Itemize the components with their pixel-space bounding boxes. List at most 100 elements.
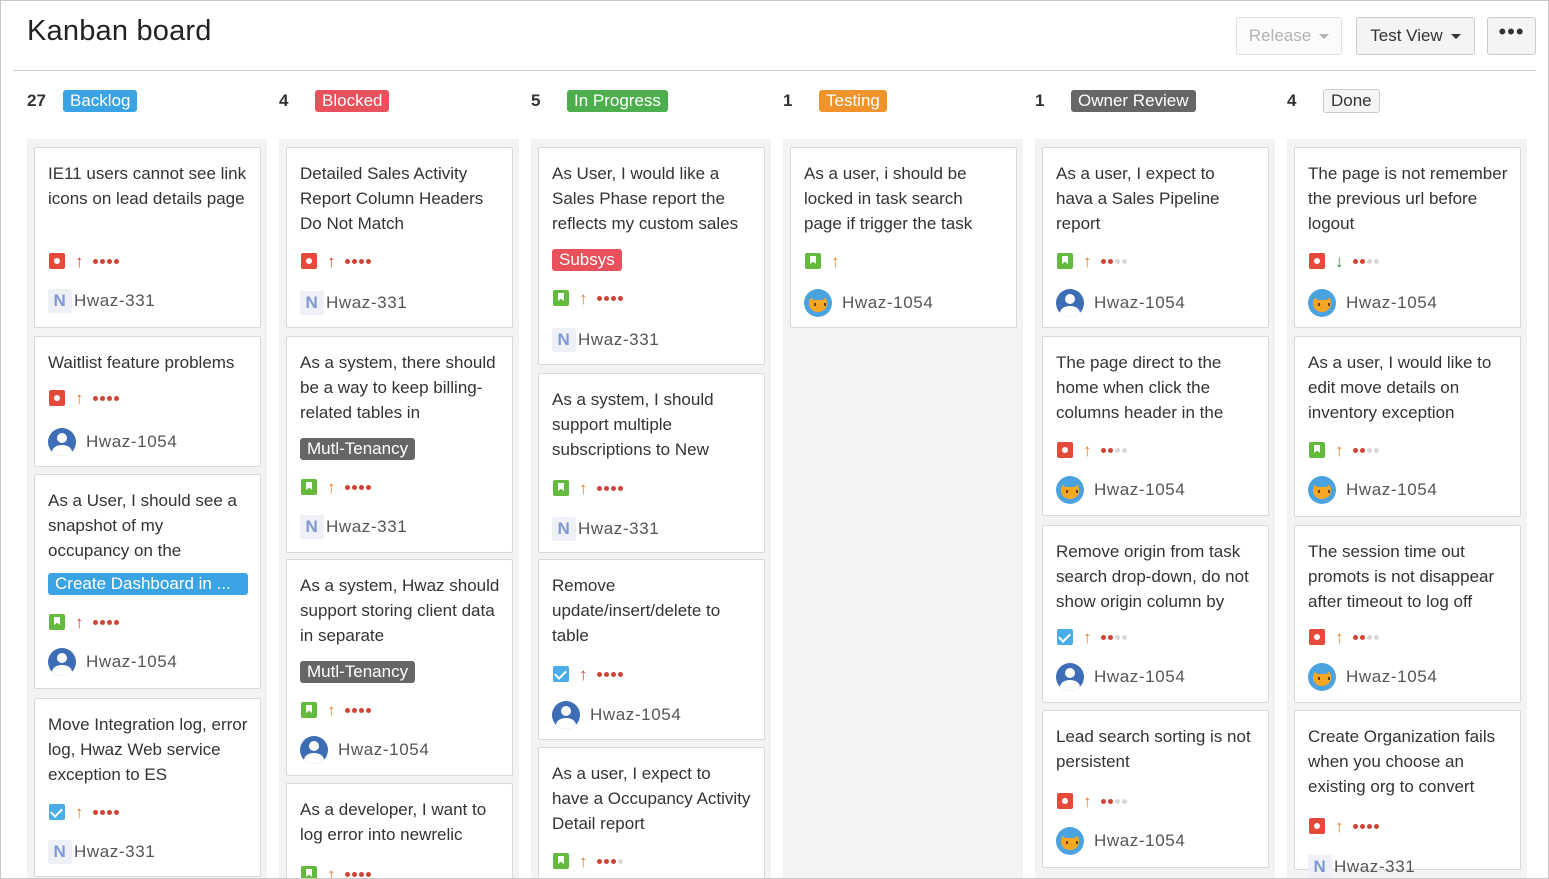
card-title: Lead search sorting is not persistent (1056, 727, 1251, 771)
epic-tag[interactable]: Subsys (552, 249, 622, 271)
kanban-card[interactable]: Remove update/insert/delete to table ↑ Hwa… (538, 559, 765, 740)
kanban-card[interactable]: Create Organization fails when you choos… (1294, 710, 1521, 878)
story-type-icon (553, 480, 569, 496)
column-label[interactable]: Done (1323, 89, 1380, 113)
kanban-card[interactable]: Move Integration log, error log, Hwaz We… (34, 698, 261, 877)
kanban-card[interactable]: As a developer, I want to log error into… (286, 783, 513, 878)
assignee[interactable]: N Hwaz-331 (48, 838, 155, 866)
kanban-card[interactable]: As a User, I should see a snapshot of my… (34, 474, 261, 689)
cat-avatar-icon (1056, 827, 1084, 855)
kanban-column: Detailed Sales Activity Report Column He… (279, 139, 519, 878)
card-title: As a developer, I want to log error into… (300, 800, 487, 844)
epic-tag[interactable]: Mutl-Tenancy (300, 438, 416, 460)
column-count: 1 (1035, 91, 1045, 110)
task-type-icon (49, 804, 65, 820)
kanban-card[interactable]: As a user, I expect to have a Occupancy … (538, 747, 765, 878)
cat-avatar-icon (1308, 663, 1336, 691)
priority-high-icon: ↑ (75, 612, 84, 632)
assignee[interactable]: N Hwaz-331 (300, 513, 407, 541)
n-avatar-icon: N (552, 517, 576, 541)
kanban-card[interactable]: As a user, i should be locked in task se… (790, 147, 1017, 328)
priority-med-icon: ↑ (75, 388, 84, 408)
kanban-card[interactable]: As a system, I should support multiple s… (538, 373, 765, 553)
kanban-card[interactable]: The page is not remember the previous ur… (1294, 147, 1521, 328)
assignee[interactable]: Hwaz-1054 (804, 289, 933, 317)
assignee[interactable]: N Hwaz-331 (300, 289, 407, 317)
card-meta-row: ↑ (301, 864, 371, 878)
kanban-card[interactable]: Lead search sorting is not persistent ↑ Hw… (1042, 710, 1269, 868)
kanban-column: As a user, i should be locked in task se… (783, 139, 1023, 878)
assignee[interactable]: Hwaz-1054 (1056, 476, 1185, 504)
card-title: Create Organization fails when you choos… (1308, 727, 1496, 796)
column-header-1: 4 Blocked (279, 89, 390, 113)
priority-med-icon: ↑ (831, 251, 840, 271)
assignee[interactable]: N Hwaz-331 (552, 326, 659, 354)
card-meta-row: ↑ (301, 477, 371, 497)
column-label[interactable]: In Progress (567, 90, 668, 112)
story-type-icon (301, 866, 317, 878)
user-avatar-icon (1056, 663, 1084, 691)
bug-type-icon (49, 253, 65, 269)
assignee[interactable]: Hwaz-1054 (1056, 827, 1185, 855)
assignee[interactable]: N Hwaz-331 (552, 515, 659, 543)
card-title: Detailed Sales Activity Report Column He… (300, 164, 484, 233)
kanban-card[interactable]: As a system, Hwaz should support storing… (286, 559, 513, 776)
n-avatar-icon: N (48, 840, 72, 864)
release-label: Release (1248, 26, 1312, 45)
kanban-card[interactable]: Detailed Sales Activity Report Column He… (286, 147, 513, 328)
priority-med-icon: ↑ (1083, 791, 1092, 811)
priority-med-icon: ↑ (1335, 627, 1344, 647)
assignee-name: Hwaz-331 (326, 517, 408, 536)
kanban-card[interactable]: As a user, I expect to hava a Sales Pipe… (1042, 147, 1269, 328)
assignee[interactable]: Hwaz-1054 (1056, 663, 1185, 691)
release-dropdown[interactable]: Release (1236, 17, 1342, 55)
cat-avatar-icon (1056, 476, 1084, 504)
assignee[interactable]: Hwaz-1054 (1308, 476, 1437, 504)
assignee-name: Hwaz-331 (74, 291, 156, 310)
card-meta-row: ↑ (553, 288, 623, 308)
kanban-card[interactable]: As a system, there should be a way to ke… (286, 336, 513, 553)
priority-high-icon: ↑ (75, 251, 84, 271)
column-label[interactable]: Blocked (315, 90, 390, 112)
assignee[interactable]: Hwaz-1054 (1056, 289, 1185, 317)
view-dropdown[interactable]: Test View (1356, 17, 1475, 55)
column-label[interactable]: Owner Review (1071, 90, 1196, 112)
kanban-card[interactable]: The session time out promots is not disa… (1294, 525, 1521, 703)
priority-med-icon: ↑ (579, 288, 588, 308)
story-type-icon (1309, 442, 1325, 458)
kanban-card[interactable]: Remove origin from task search drop-down… (1042, 525, 1269, 703)
more-icon: ••• (1498, 19, 1525, 44)
assignee[interactable]: N Hwaz-331 (48, 287, 155, 315)
priority-med-icon: ↑ (327, 700, 336, 720)
epic-tag[interactable]: Create Dashboard in ... (48, 573, 248, 595)
progress-dots-icon (344, 871, 371, 877)
priority-high-icon: ↑ (327, 251, 336, 271)
more-options-button[interactable]: ••• (1487, 17, 1536, 55)
story-type-icon (553, 290, 569, 306)
kanban-card[interactable]: IE11 users cannot see link icons on lead… (34, 147, 261, 328)
progress-dots-icon (1352, 823, 1379, 829)
assignee[interactable]: Hwaz-1054 (1308, 289, 1437, 317)
kanban-card[interactable]: Waitlist feature problems ↑ Hwaz-1054 (34, 336, 261, 467)
assignee[interactable]: Hwaz-1054 (552, 701, 681, 729)
assignee-name: Hwaz-331 (326, 293, 408, 312)
assignee[interactable]: Hwaz-1054 (48, 648, 177, 676)
card-title: Remove update/insert/delete to table (552, 576, 721, 645)
column-label[interactable]: Backlog (63, 90, 138, 112)
bug-type-icon (1309, 818, 1325, 834)
priority-med-icon: ↑ (1083, 440, 1092, 460)
kanban-card[interactable]: As User, I would like a Sales Phase repo… (538, 147, 765, 365)
card-title: The session time out promots is not disa… (1308, 542, 1495, 611)
assignee[interactable]: Hwaz-1054 (300, 736, 429, 764)
column-label[interactable]: Testing (819, 90, 887, 112)
kanban-card[interactable]: As a user, I would like to edit move det… (1294, 336, 1521, 517)
priority-med-icon: ↑ (1335, 440, 1344, 460)
card-title: As a user, I expect to hava a Sales Pipe… (1056, 164, 1220, 233)
assignee[interactable]: Hwaz-1054 (1308, 663, 1437, 691)
assignee[interactable]: Hwaz-1054 (48, 428, 177, 456)
epic-tag[interactable]: Mutl-Tenancy (300, 661, 416, 683)
card-title: As User, I would like a Sales Phase repo… (552, 164, 739, 233)
card-meta-row: ↑ (301, 251, 371, 271)
assignee[interactable]: N Hwaz-331 (1308, 853, 1415, 878)
kanban-card[interactable]: The page direct to the home when click t… (1042, 336, 1269, 516)
